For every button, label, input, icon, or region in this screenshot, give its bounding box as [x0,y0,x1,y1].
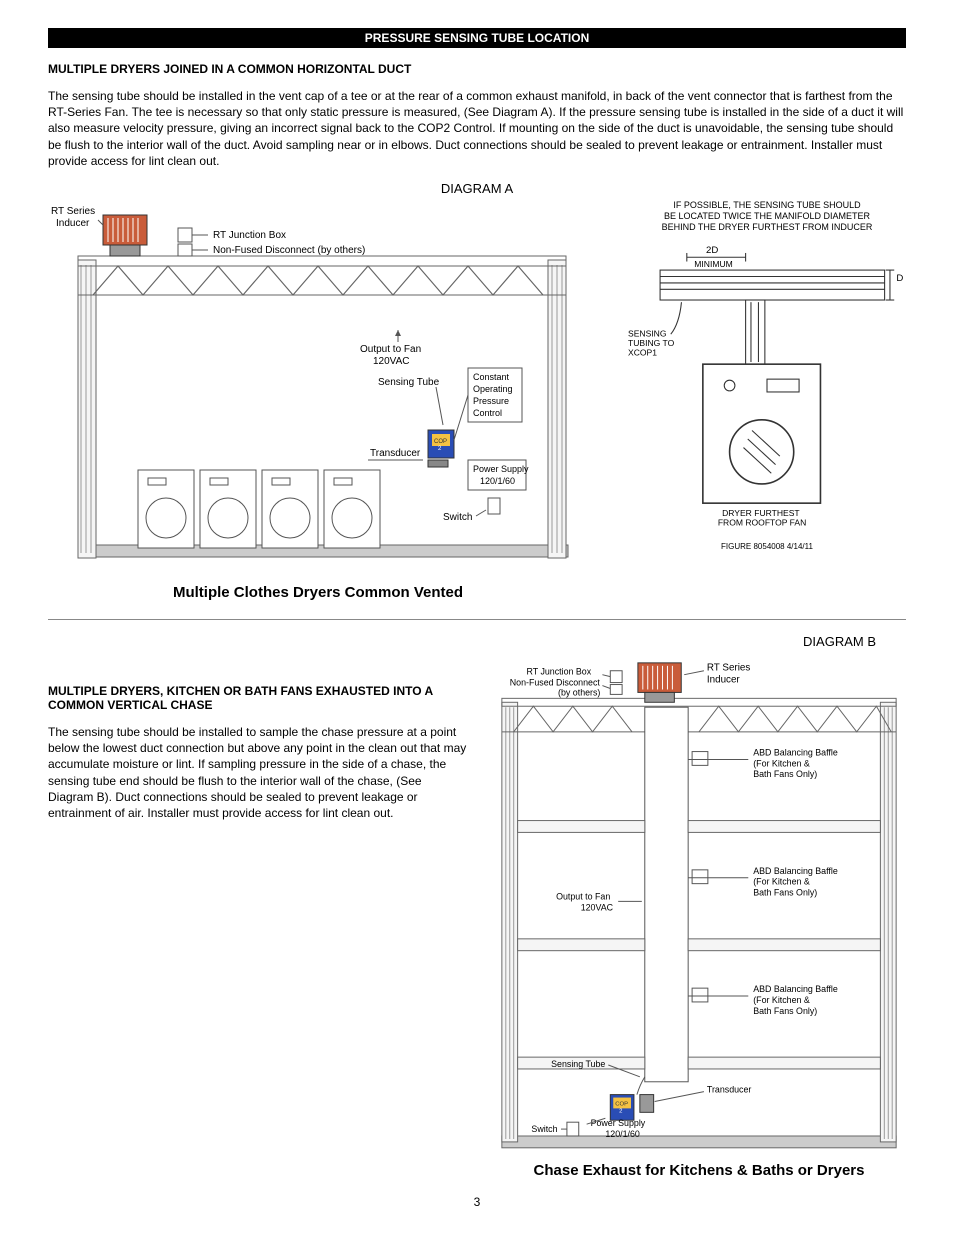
diagram-b-container: DIAGRAM B RT J [492,634,906,1179]
label-transducer: Transducer [370,448,421,459]
label-inducer: Inducer [56,218,90,229]
b-inducer: Inducer [707,675,741,686]
b-power: Power Supply [591,1118,646,1128]
label-cop2: Operating [473,384,513,394]
label-sensing1: SENSING [628,329,667,339]
b-hz: 120/1/60 [605,1129,640,1139]
diagram-a-caption: Multiple Clothes Dryers Common Vented [48,584,588,601]
section-bar: PRESSURE SENSING TUBE LOCATION [48,28,906,48]
b-abd1: ABD Balancing Baffle [753,747,838,757]
b-abd2b: (For Kitchen & [753,877,810,887]
diagram-b-svg: RT Junction Box Non-Fused Disconnect (by… [492,653,906,1156]
label-sensing3: XCOP1 [628,348,657,358]
label-sensing-tube: Sensing Tube [378,377,440,388]
label-dryer2: FROM ROOFTOP FAN [718,518,806,528]
label-rt-series: RT Series [51,206,95,217]
label-output: Output to Fan [360,344,421,355]
section-b-text: MULTIPLE DRYERS, KITCHEN OR BATH FANS EX… [48,634,468,833]
label-min: MINIMUM [694,259,732,269]
label-rt-junction: RT Junction Box [213,230,286,241]
section-a-paragraph: The sensing tube should be installed in … [48,88,906,169]
svg-text:2: 2 [619,1108,622,1114]
figure-number: FIGURE 8054008 4/14/11 [628,542,906,552]
svg-text:COP: COP [434,439,447,445]
label-voltage: 120VAC [373,356,410,367]
b-abd2c: Bath Fans Only) [753,887,817,897]
b-abd3c: Bath Fans Only) [753,1006,817,1016]
section-b: MULTIPLE DRYERS, KITCHEN OR BATH FANS EX… [48,634,906,1179]
label-dryer1: DRYER FURTHEST [722,508,800,518]
side-figure-svg: 2D MINIMUM D SENSING TUBING TO XCOP1 [628,238,906,537]
label-switch: Switch [443,512,472,523]
section-a-heading: MULTIPLE DRYERS JOINED IN A COMMON HORIZ… [48,62,906,76]
b-abd1b: (For Kitchen & [753,758,810,768]
side-note-2: BE LOCATED TWICE THE MANIFOLD DIAMETER [628,211,906,222]
diagram-a-side-figure: IF POSSIBLE, THE SENSING TUBE SHOULD BE … [628,200,906,551]
section-b-heading: MULTIPLE DRYERS, KITCHEN OR BATH FANS EX… [48,684,468,712]
label-hz: 120/1/60 [480,476,515,486]
diagram-b-label: DIAGRAM B [492,634,906,649]
b-transducer: Transducer [707,1085,752,1095]
b-abd1c: Bath Fans Only) [753,769,817,779]
b-by-others: (by others) [558,687,600,697]
side-note-1: IF POSSIBLE, THE SENSING TUBE SHOULD [628,200,906,211]
label-sensing2: TUBING TO [628,338,675,348]
b-abd3: ABD Balancing Baffle [753,984,838,994]
b-rt-series: RT Series [707,663,750,674]
divider [48,619,906,620]
b-sensing: Sensing Tube [551,1059,605,1069]
label-d: D [896,273,903,284]
label-cop3: Pressure [473,396,509,406]
diagram-a: RT Junction Box Non-Fused Disconnect (by… [48,200,588,601]
b-rt-junction: RT Junction Box [527,667,592,677]
b-output: Output to Fan [556,891,610,901]
b-abd3b: (For Kitchen & [753,995,810,1005]
label-power: Power Supply [473,464,529,474]
diagram-a-svg: RT Junction Box Non-Fused Disconnect (by… [48,200,588,580]
b-switch: Switch [531,1124,557,1134]
svg-text:COP: COP [615,1101,628,1107]
label-2d: 2D [706,245,718,256]
diagram-b-caption: Chase Exhaust for Kitchens & Baths or Dr… [492,1162,906,1179]
page-number: 3 [48,1195,906,1209]
side-note-3: BEHIND THE DRYER FURTHEST FROM INDUCER [628,222,906,233]
label-cop1: Constant [473,372,510,382]
label-disconnect: Non-Fused Disconnect (by others) [213,245,365,256]
b-disconnect: Non-Fused Disconnect [510,677,601,687]
section-b-paragraph: The sensing tube should be installed to … [48,724,468,821]
label-cop4: Control [473,408,502,418]
diagram-a-row: RT Junction Box Non-Fused Disconnect (by… [48,200,906,601]
diagram-a-label: DIAGRAM A [48,181,906,196]
b-abd2: ABD Balancing Baffle [753,866,838,876]
b-voltage: 120VAC [581,902,614,912]
